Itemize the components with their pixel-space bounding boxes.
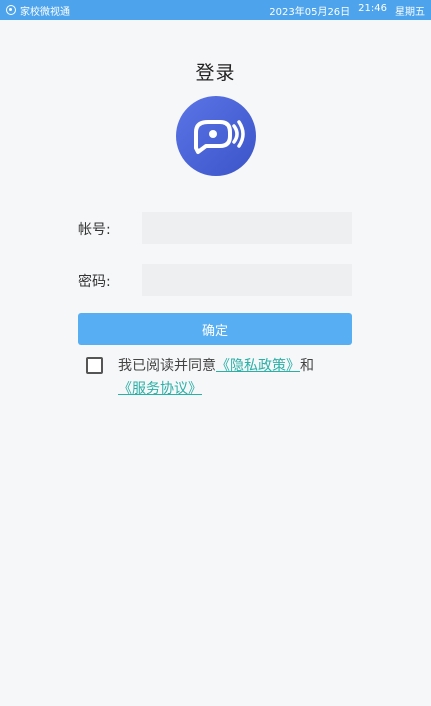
account-row: 帐号: (78, 212, 352, 244)
password-row: 密码: (78, 264, 352, 296)
account-label: 帐号: (78, 222, 111, 238)
confirm-button[interactable]: 确定 (78, 313, 352, 345)
password-input[interactable] (142, 264, 352, 296)
status-bar: 家校微视通 2023年05月26日 21:46 星期五 (0, 0, 431, 20)
agreement-connector: 和 (300, 358, 314, 374)
password-label: 密码: (78, 274, 111, 290)
agreement-prefix: 我已阅读并同意 (118, 358, 216, 374)
status-app-name: 家校微视通 (20, 6, 70, 18)
service-agreement-link[interactable]: 《服务协议》 (118, 381, 202, 397)
camera-icon (6, 5, 16, 15)
agreement-text: 我已阅读并同意《隐私政策》和《服务协议》 (118, 355, 358, 401)
agreement-checkbox[interactable] (86, 357, 103, 374)
page-title: 登录 (195, 62, 236, 84)
status-date: 2023年05月26日 (269, 6, 351, 18)
status-left: 家校微视通 (6, 3, 70, 18)
account-input[interactable] (142, 212, 352, 244)
status-right: 2023年05月26日 21:46 星期五 (269, 3, 425, 18)
status-time: 21:46 (358, 2, 387, 14)
privacy-policy-link[interactable]: 《隐私政策》 (216, 358, 300, 374)
chat-bubble-logo-icon (176, 96, 256, 176)
status-weekday: 星期五 (395, 6, 425, 18)
